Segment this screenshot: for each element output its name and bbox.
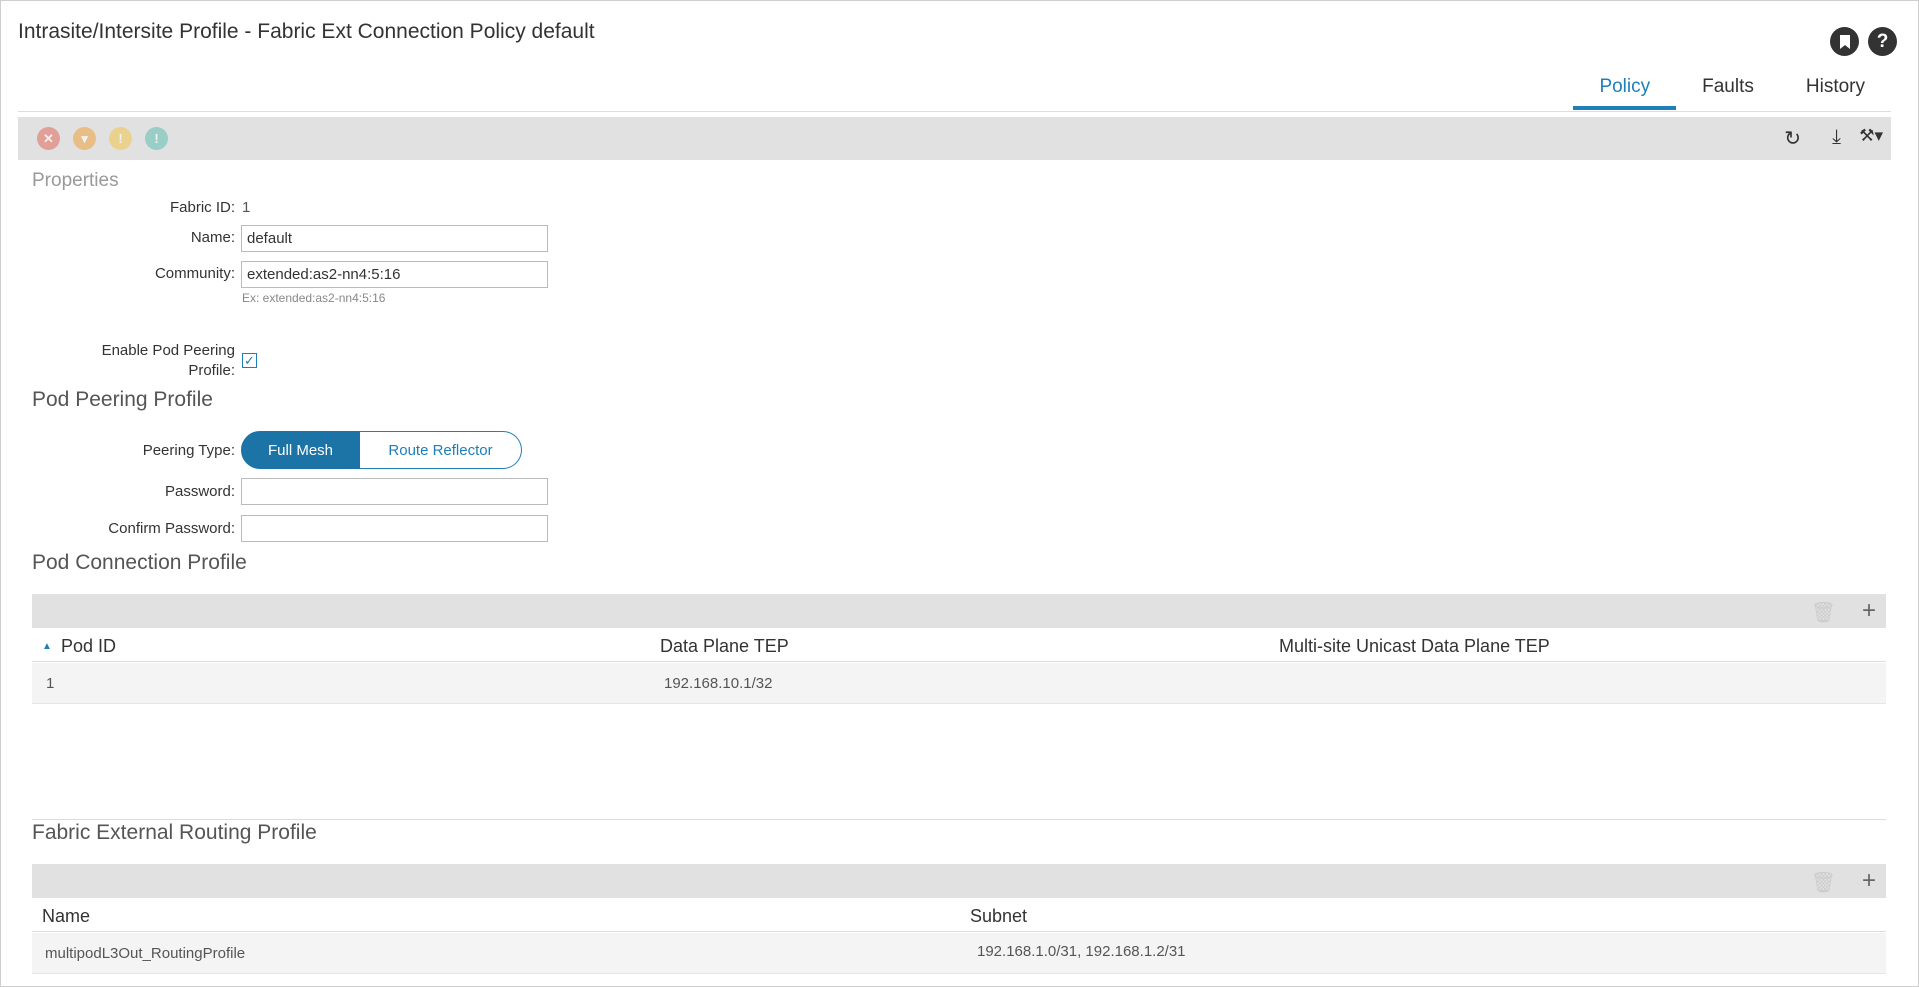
community-hint: Ex: extended:as2-nn4:5:16: [242, 291, 386, 305]
delete-icon[interactable]: 🗑: [1811, 870, 1836, 895]
bookmark-glyph: [1839, 34, 1850, 49]
sort-asc-icon[interactable]: ▲: [42, 641, 52, 652]
column-data-plane-tep[interactable]: Data Plane TEP: [660, 636, 789, 657]
major-fault-icon[interactable]: ▾: [73, 127, 96, 150]
delete-icon[interactable]: 🗑: [1811, 600, 1836, 625]
cell-data-plane-tep: 192.168.10.1/32: [664, 675, 773, 692]
password-label: Password:: [164, 483, 235, 500]
add-icon[interactable]: +: [1862, 597, 1876, 625]
page-title: Intrasite/Intersite Profile - Fabric Ext…: [18, 20, 595, 43]
bookmark-icon[interactable]: [1830, 27, 1859, 56]
column-multisite-tep[interactable]: Multi-site Unicast Data Plane TEP: [1279, 636, 1550, 657]
community-label: Community:: [154, 265, 235, 282]
community-input[interactable]: [241, 261, 548, 288]
name-input[interactable]: [241, 225, 548, 252]
download-icon[interactable]: ⤓: [1832, 126, 1841, 149]
properties-heading: Properties: [32, 170, 119, 191]
fabric-id-label: Fabric ID:: [169, 199, 235, 216]
tab-history[interactable]: History: [1780, 72, 1891, 110]
pod-connection-toolbar: 🗑 +: [32, 594, 1886, 628]
fabric-external-header: Name Subnet: [32, 899, 1886, 932]
fabric-id-value: 1: [242, 199, 251, 216]
minor-fault-icon[interactable]: !: [109, 127, 132, 150]
route-reflector-option[interactable]: Route Reflector: [360, 431, 522, 469]
refresh-icon[interactable]: ↻: [1784, 126, 1801, 151]
tab-faults[interactable]: Faults: [1676, 72, 1780, 110]
section-divider: [32, 819, 1886, 820]
help-icon[interactable]: ?: [1868, 27, 1897, 56]
warning-fault-icon[interactable]: !: [145, 127, 168, 150]
tab-divider: [18, 111, 1891, 112]
pod-connection-heading: Pod Connection Profile: [32, 551, 247, 574]
add-icon[interactable]: +: [1862, 867, 1876, 895]
column-pod-id[interactable]: Pod ID: [61, 636, 116, 657]
fabric-external-toolbar: 🗑 +: [32, 864, 1886, 898]
table-row[interactable]: multipodL3Out_RoutingProfile 192.168.1.0…: [32, 933, 1886, 974]
tab-policy[interactable]: Policy: [1573, 72, 1676, 110]
enable-pod-peering-checkbox[interactable]: ✓: [242, 353, 257, 368]
enable-pod-peering-label-2: Profile:: [188, 362, 235, 379]
password-input[interactable]: [241, 478, 548, 505]
confirm-password-label: Confirm Password:: [108, 520, 235, 537]
column-subnet[interactable]: Subnet: [970, 906, 1027, 927]
peering-type-toggle: Full Mesh Route Reflector: [241, 431, 522, 469]
name-label: Name:: [190, 229, 235, 246]
tools-icon[interactable]: ⚒▾: [1859, 126, 1883, 146]
cell-pod-id: 1: [46, 675, 55, 692]
pod-peering-heading: Pod Peering Profile: [32, 388, 213, 411]
critical-fault-icon[interactable]: ✕: [37, 127, 60, 150]
tab-bar: Policy Faults History: [1573, 72, 1891, 110]
enable-pod-peering-label: Enable Pod Peering: [101, 342, 235, 359]
confirm-password-input[interactable]: [241, 515, 548, 542]
peering-type-label: Peering Type:: [142, 442, 235, 459]
full-mesh-option[interactable]: Full Mesh: [241, 431, 360, 469]
cell-name: multipodL3Out_RoutingProfile: [45, 945, 246, 962]
table-row[interactable]: 1 192.168.10.1/32: [32, 663, 1886, 704]
column-name[interactable]: Name: [42, 906, 90, 927]
cell-subnet: 192.168.1.0/31, 192.168.1.2/31: [977, 943, 1186, 960]
toolbar: ✕ ▾ ! ! ↻ ⤓ ⚒▾: [18, 117, 1891, 160]
fabric-external-heading: Fabric External Routing Profile: [32, 821, 317, 844]
pod-connection-header: ▲ Pod ID Data Plane TEP Multi-site Unica…: [32, 629, 1886, 662]
